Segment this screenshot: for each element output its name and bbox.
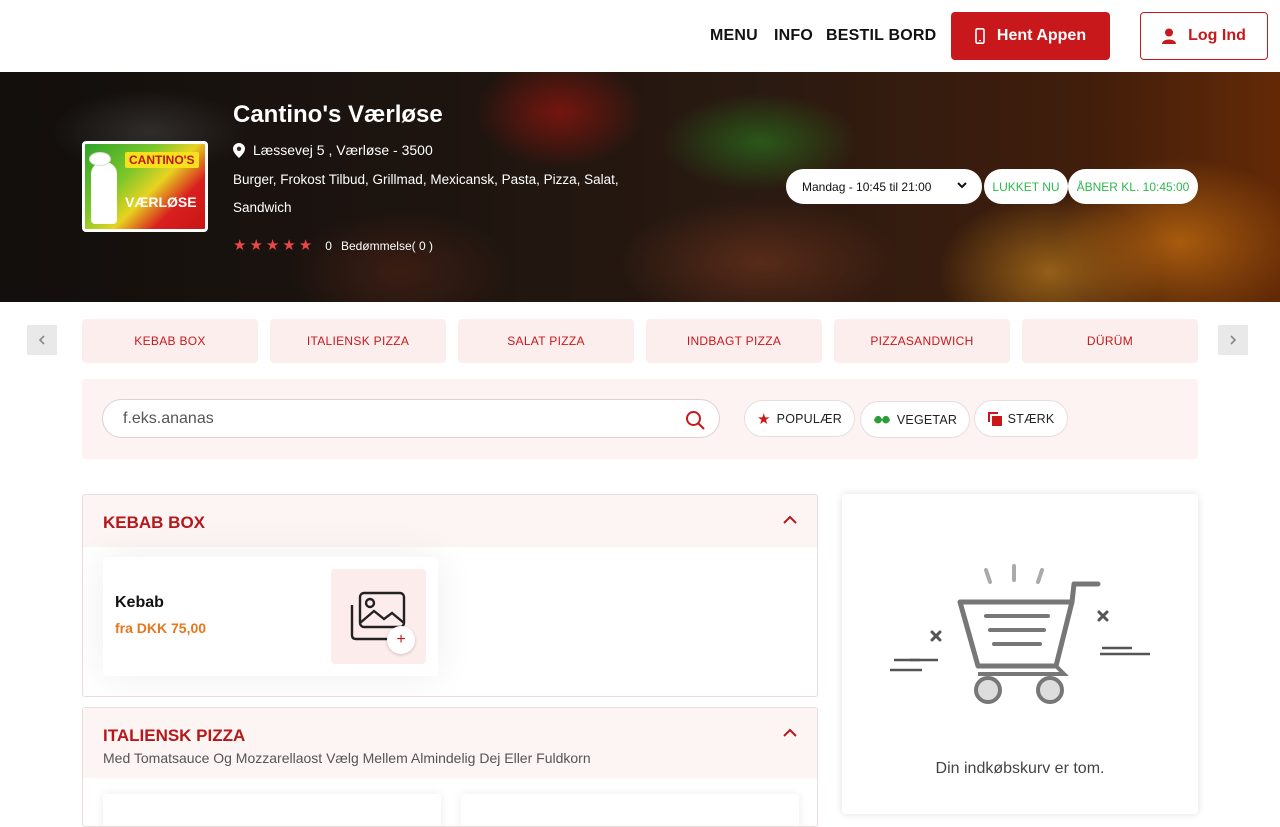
status-opens-badge: ÅBNER KL. 10:45:00 bbox=[1068, 169, 1198, 204]
item-price: fra DKK 75,00 bbox=[115, 620, 207, 636]
section-header[interactable]: ITALIENSK PIZZA Med Tomatsauce Og Mozzar… bbox=[83, 708, 817, 778]
chef-figure bbox=[91, 162, 117, 224]
rating-row: ★ ★ ★ ★ ★ 0 Bedømmelse( 0 ) bbox=[233, 238, 433, 253]
category-tab-salat-pizza[interactable]: SALAT PIZZA bbox=[458, 319, 634, 363]
category-next-button[interactable] bbox=[1218, 325, 1248, 355]
star-icon: ★ bbox=[265, 237, 280, 254]
menu-item-card[interactable] bbox=[461, 794, 799, 826]
chevron-up-icon[interactable] bbox=[783, 515, 797, 525]
filter-vegetarian-button[interactable]: VEGETAR bbox=[860, 401, 970, 438]
section-header[interactable]: KEBAB BOX bbox=[83, 495, 817, 547]
section-description: Med Tomatsauce Og Mozzarellaost Vælg Mel… bbox=[103, 750, 591, 766]
search-filter-bar: ★ POPULÆR VEGETAR STÆRK bbox=[82, 379, 1198, 459]
opening-hours-select[interactable]: Mandag - 10:45 til 21:00 bbox=[786, 169, 982, 204]
get-app-button[interactable]: Hent Appen bbox=[951, 12, 1110, 60]
restaurant-address: Læssevej 5 , Værløse - 3500 bbox=[233, 142, 433, 158]
nav-book-table[interactable]: BESTIL BORD bbox=[826, 27, 936, 45]
chef-hat bbox=[89, 152, 111, 166]
restaurant-name: Cantino's Værløse bbox=[233, 101, 443, 128]
hours-selected-value: Mandag - 10:45 til 21:00 bbox=[802, 179, 932, 194]
rating-value: 0 bbox=[325, 238, 332, 253]
cuisine-list: Burger, Frokost Tilbud, Grillmad, Mexica… bbox=[233, 172, 619, 215]
star-icon: ★ bbox=[249, 237, 263, 254]
star-icon: ★ bbox=[282, 237, 296, 254]
top-navbar: MENU INFO BESTIL BORD Hent Appen Log Ind bbox=[0, 0, 1280, 72]
get-app-label: Hent Appen bbox=[996, 27, 1087, 44]
status-closed-badge: LUKKET NU bbox=[984, 169, 1068, 204]
nav-menu[interactable]: MENU bbox=[710, 27, 758, 45]
menu-section-kebab-box: KEBAB BOX Kebab fra DKK 75,00 + bbox=[82, 494, 818, 697]
filter-spicy-button[interactable]: STÆRK bbox=[974, 400, 1068, 437]
search-input[interactable] bbox=[102, 399, 720, 438]
section-title: KEBAB BOX bbox=[103, 513, 206, 532]
nav-info[interactable]: INFO bbox=[774, 27, 813, 45]
filter-popular-button[interactable]: ★ POPULÆR bbox=[744, 400, 855, 437]
rating-label: Bedømmelse( 0 ) bbox=[340, 238, 433, 253]
item-image-placeholder: + bbox=[331, 569, 426, 664]
menu-section-italiensk-pizza: ITALIENSK PIZZA Med Tomatsauce Og Mozzar… bbox=[82, 707, 818, 827]
leaf-icon bbox=[873, 415, 890, 423]
empty-cart-icon bbox=[890, 564, 1150, 704]
logo-text-top: CANTINO'S bbox=[125, 152, 199, 168]
filter-vegetarian-label: VEGETAR bbox=[896, 412, 958, 427]
category-tab-durum[interactable]: DÜRÜM bbox=[1022, 319, 1198, 363]
restaurant-logo: CANTINO'S VÆRLØSE bbox=[82, 141, 208, 232]
user-icon bbox=[1162, 28, 1177, 44]
star-icon: ★ bbox=[757, 410, 771, 428]
logo-text-bottom: VÆRLØSE bbox=[125, 194, 197, 210]
restaurant-hero: CANTINO'S VÆRLØSE Cantino's Værløse Læss… bbox=[0, 72, 1280, 302]
category-tab-pizzasandwich[interactable]: PIZZASANDWICH bbox=[834, 319, 1010, 363]
star-icon: ★ bbox=[298, 237, 313, 254]
chili-icon bbox=[987, 411, 1002, 426]
login-label: Log Ind bbox=[1188, 27, 1246, 44]
location-pin-icon bbox=[233, 142, 245, 158]
shopping-cart-panel: Din indkøbskurv er tom. bbox=[842, 494, 1198, 814]
section-title: ITALIENSK PIZZA bbox=[103, 726, 246, 745]
chevron-right-icon bbox=[1230, 335, 1237, 345]
cart-empty-message: Din indkøbskurv er tom. bbox=[935, 760, 1105, 777]
address-text: Læssevej 5 , Værløse - 3500 bbox=[253, 142, 433, 158]
phone-icon bbox=[975, 28, 985, 44]
category-tab-italiensk-pizza[interactable]: ITALIENSK PIZZA bbox=[270, 319, 446, 363]
item-name: Kebab bbox=[115, 594, 164, 611]
add-item-button[interactable]: + bbox=[387, 626, 415, 654]
category-tab-indbagt-pizza[interactable]: INDBAGT PIZZA bbox=[646, 319, 822, 363]
category-tab-kebab-box[interactable]: KEBAB BOX bbox=[82, 319, 258, 363]
chevron-down-icon bbox=[957, 182, 967, 189]
category-prev-button[interactable] bbox=[27, 325, 57, 355]
chevron-up-icon[interactable] bbox=[783, 728, 797, 738]
chevron-left-icon bbox=[38, 335, 45, 345]
filter-spicy-label: STÆRK bbox=[1007, 411, 1055, 426]
search-icon[interactable] bbox=[685, 410, 705, 430]
menu-item-card[interactable]: Kebab fra DKK 75,00 + bbox=[103, 557, 438, 676]
filter-popular-label: POPULÆR bbox=[776, 411, 842, 426]
login-button[interactable]: Log Ind bbox=[1140, 12, 1268, 60]
star-icon: ★ bbox=[233, 237, 247, 254]
menu-item-card[interactable] bbox=[103, 794, 441, 826]
